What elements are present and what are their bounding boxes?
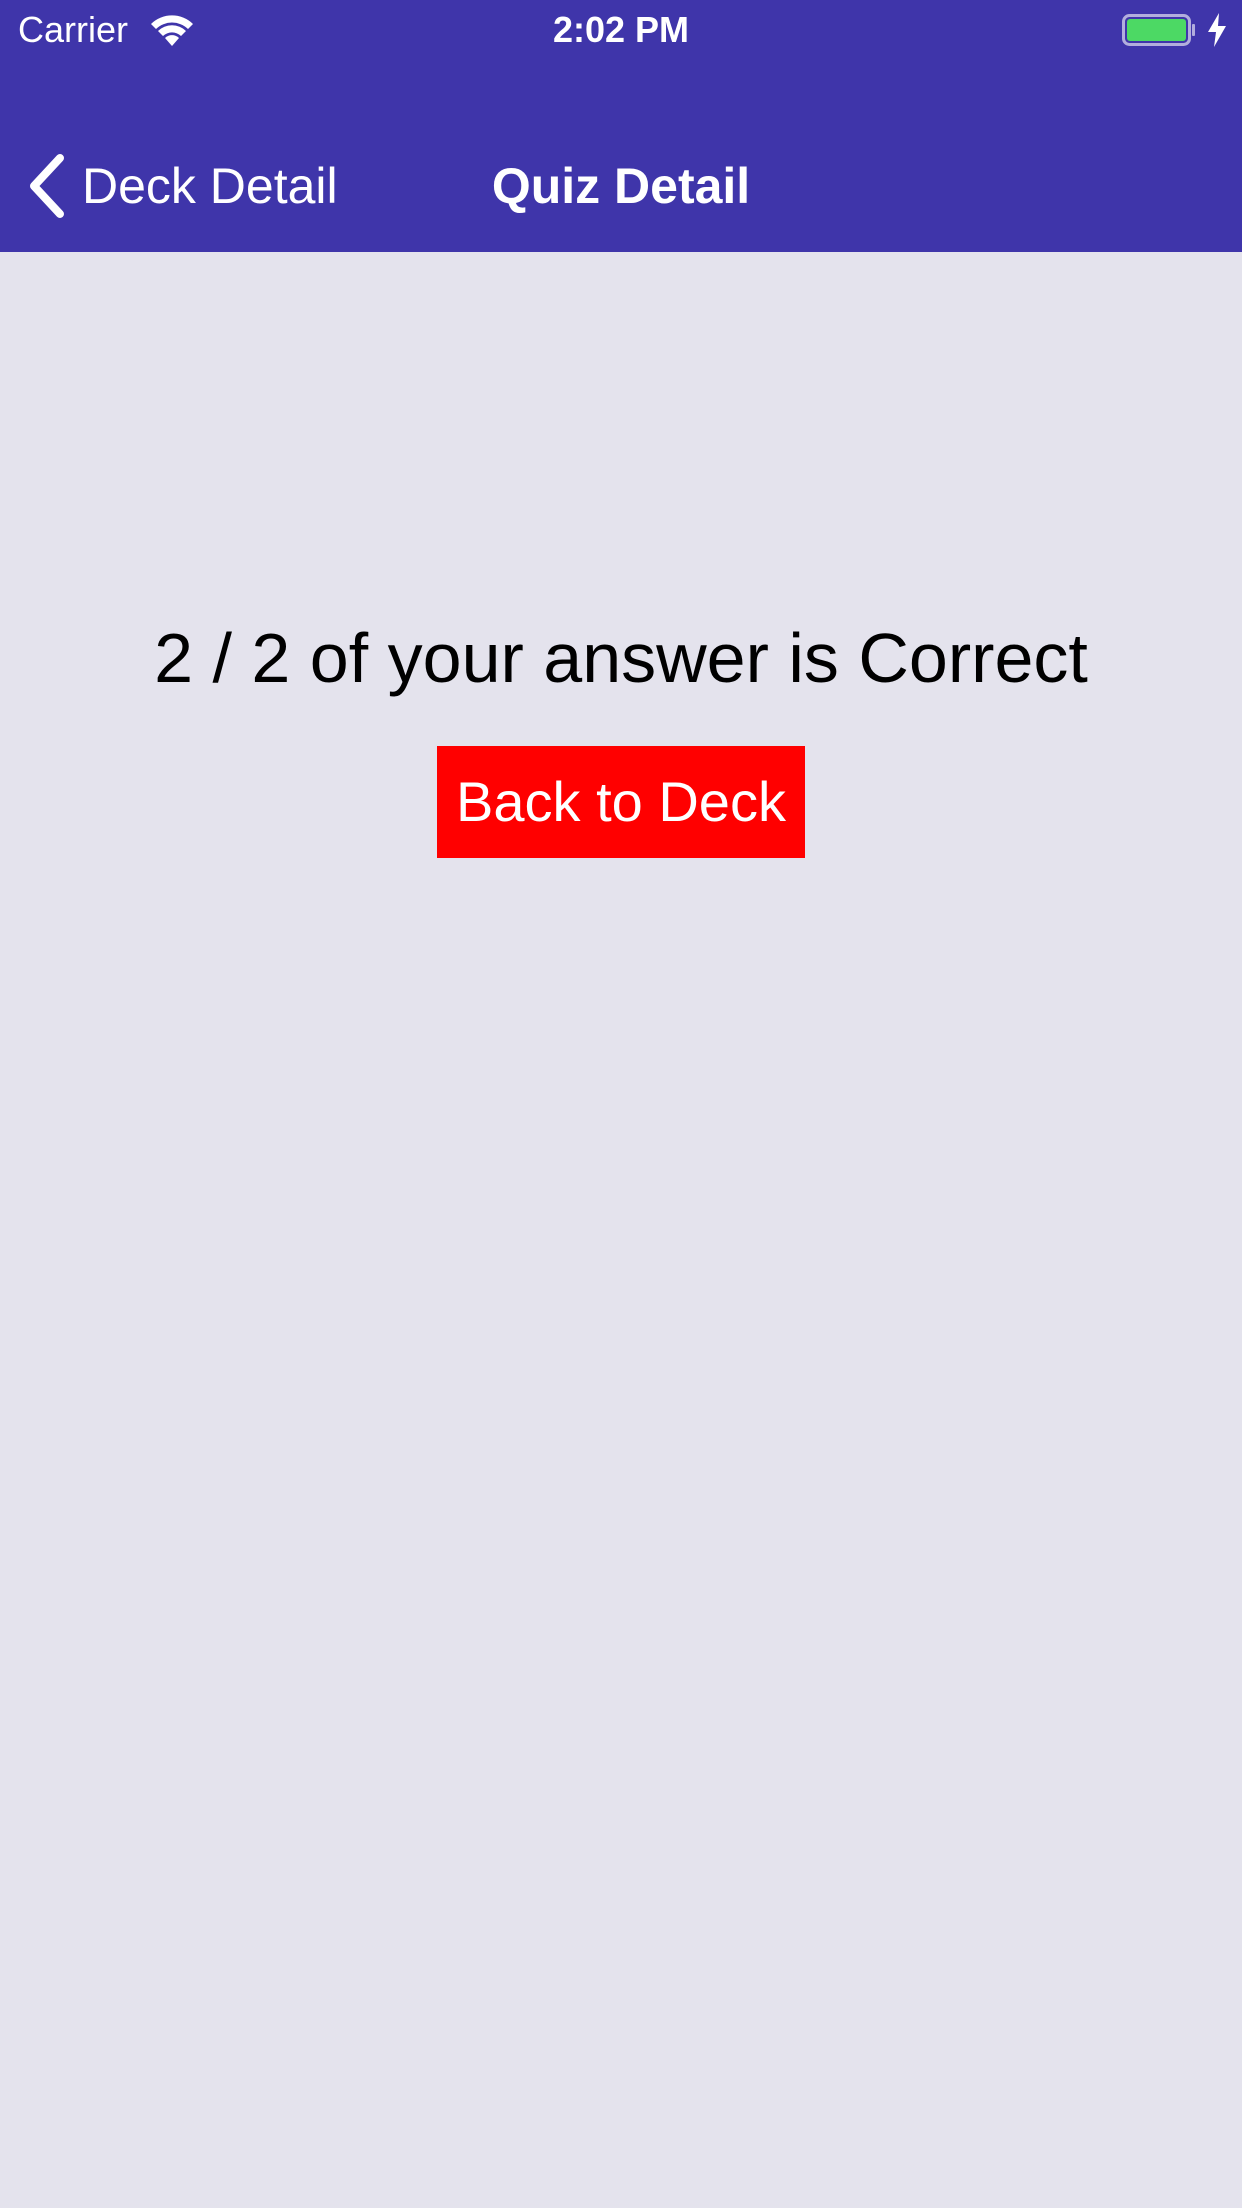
bolt-icon <box>1208 13 1226 47</box>
status-bar: Carrier 2:02 PM <box>0 0 1242 60</box>
back-to-deck-button[interactable]: Back to Deck <box>437 746 805 858</box>
battery-icon <box>1122 14 1195 46</box>
status-time: 2:02 PM <box>552 9 690 50</box>
page-title: Quiz Detail <box>491 158 751 214</box>
header: Carrier 2:02 PM Deck Detail Quiz Detail <box>0 0 1242 252</box>
quiz-result-message: 2 / 2 of your answer is Correct <box>154 619 1088 697</box>
